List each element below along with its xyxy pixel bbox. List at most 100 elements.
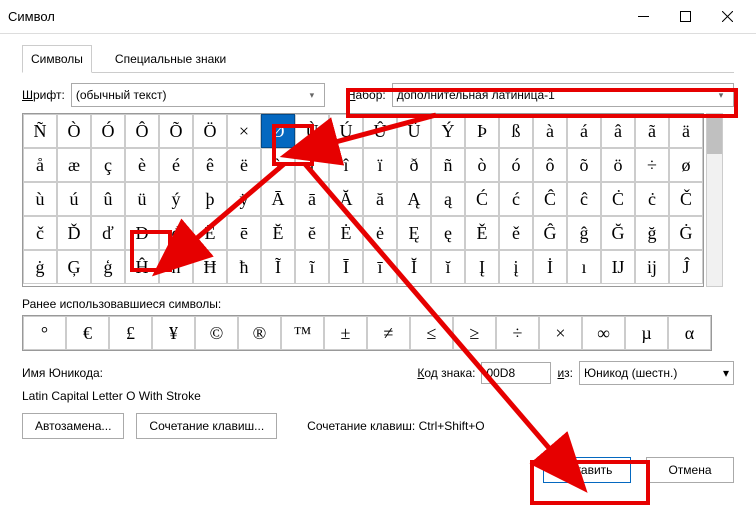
symbol-cell[interactable]: Ħ — [193, 250, 227, 284]
recent-cell[interactable]: ± — [324, 316, 367, 350]
symbol-cell[interactable]: ĥ — [159, 250, 193, 284]
symbol-cell[interactable]: ĕ — [295, 216, 329, 250]
symbol-cell[interactable]: ĳ — [635, 250, 669, 284]
symbol-cell[interactable]: ĉ — [567, 182, 601, 216]
symbol-cell[interactable]: ă — [363, 182, 397, 216]
symbol-cell[interactable]: ò — [465, 148, 499, 182]
recent-cell[interactable]: α — [668, 316, 711, 350]
subset-combo[interactable]: дополнительная латиница-1 ▾ — [392, 83, 734, 107]
symbol-cell[interactable]: ø — [669, 148, 703, 182]
recent-cell[interactable]: £ — [109, 316, 152, 350]
symbol-cell[interactable]: þ — [193, 182, 227, 216]
symbol-cell[interactable]: è — [125, 148, 159, 182]
symbol-cell[interactable]: Ď — [57, 216, 91, 250]
symbol-cell[interactable]: Ă — [329, 182, 363, 216]
symbol-cell[interactable]: ĭ — [431, 250, 465, 284]
autocorrect-button[interactable]: Автозамена... — [22, 413, 124, 439]
symbol-cell[interactable]: ĝ — [567, 216, 601, 250]
symbol-cell[interactable]: ã — [635, 114, 669, 148]
symbol-cell[interactable]: Ó — [91, 114, 125, 148]
recent-cell[interactable]: ° — [23, 316, 66, 350]
symbol-cell[interactable]: ī — [363, 250, 397, 284]
symbol-cell[interactable]: Ē — [193, 216, 227, 250]
symbol-cell[interactable]: Ĕ — [261, 216, 295, 250]
cancel-button[interactable]: Отмена — [646, 457, 734, 483]
symbol-cell[interactable]: Ñ — [23, 114, 57, 148]
symbol-cell[interactable]: Ø — [261, 114, 295, 148]
symbol-cell[interactable]: Ù — [295, 114, 329, 148]
symbol-cell[interactable]: ā — [295, 182, 329, 216]
symbol-cell[interactable]: û — [91, 182, 125, 216]
recent-cell[interactable]: × — [539, 316, 582, 350]
symbol-cell[interactable]: Į — [465, 250, 499, 284]
symbol-cell[interactable]: ï — [363, 148, 397, 182]
symbol-cell[interactable]: ù — [23, 182, 57, 216]
recent-cell[interactable]: ≥ — [453, 316, 496, 350]
symbol-cell[interactable]: å — [23, 148, 57, 182]
symbol-cell[interactable]: ġ — [23, 250, 57, 284]
font-combo[interactable]: (обычный текст) ▾ — [71, 83, 325, 107]
symbol-cell[interactable]: ÷ — [635, 148, 669, 182]
symbol-cell[interactable]: ñ — [431, 148, 465, 182]
symbol-cell[interactable]: ě — [499, 216, 533, 250]
recent-cell[interactable]: ¥ — [152, 316, 195, 350]
symbol-cell[interactable]: í — [295, 148, 329, 182]
tab-special[interactable]: Специальные знаки — [106, 45, 235, 73]
symbol-cell[interactable]: Ô — [125, 114, 159, 148]
tab-symbols[interactable]: Символы — [22, 45, 92, 73]
from-combo[interactable]: Юникод (шестн.) ▾ — [579, 361, 734, 385]
symbol-cell[interactable]: Þ — [465, 114, 499, 148]
symbol-cell[interactable]: ħ — [227, 250, 261, 284]
symbol-cell[interactable]: ċ — [635, 182, 669, 216]
symbol-cell[interactable]: á — [567, 114, 601, 148]
symbol-cell[interactable]: Ģ — [57, 250, 91, 284]
symbol-cell[interactable]: ė — [363, 216, 397, 250]
symbol-cell[interactable]: ç — [91, 148, 125, 182]
symbol-cell[interactable]: č — [23, 216, 57, 250]
symbol-cell[interactable]: Ā — [261, 182, 295, 216]
symbol-cell[interactable]: ü — [125, 182, 159, 216]
symbol-cell[interactable]: ô — [533, 148, 567, 182]
recent-cell[interactable]: ≤ — [410, 316, 453, 350]
symbol-cell[interactable]: Ĭ — [397, 250, 431, 284]
recent-cell[interactable]: € — [66, 316, 109, 350]
char-code-field[interactable]: 00D8 — [481, 362, 551, 384]
recent-cell[interactable]: ™ — [281, 316, 324, 350]
symbol-cell[interactable]: Ĝ — [533, 216, 567, 250]
symbol-cell[interactable]: Ĥ — [125, 250, 159, 284]
symbol-cell[interactable]: ä — [669, 114, 703, 148]
symbol-cell[interactable]: Ý — [431, 114, 465, 148]
symbol-cell[interactable]: õ — [567, 148, 601, 182]
symbol-cell[interactable]: Č — [669, 182, 703, 216]
recent-cell[interactable]: ® — [238, 316, 281, 350]
symbol-cell[interactable]: Ė — [329, 216, 363, 250]
symbol-cell[interactable]: Ċ — [601, 182, 635, 216]
close-button[interactable] — [706, 3, 748, 31]
symbol-cell[interactable]: ē — [227, 216, 261, 250]
symbol-cell[interactable]: ć — [499, 182, 533, 216]
symbol-cell[interactable]: ď — [91, 216, 125, 250]
minimize-button[interactable] — [622, 3, 664, 31]
recent-cell[interactable]: ÷ — [496, 316, 539, 350]
symbol-cell[interactable]: ą — [431, 182, 465, 216]
maximize-button[interactable] — [664, 3, 706, 31]
symbol-cell[interactable]: â — [601, 114, 635, 148]
symbol-cell[interactable]: İ — [533, 250, 567, 284]
symbol-cell[interactable]: ó — [499, 148, 533, 182]
symbol-cell[interactable]: ê — [193, 148, 227, 182]
symbol-cell[interactable]: Ć — [465, 182, 499, 216]
recent-cell[interactable]: ≠ — [367, 316, 410, 350]
symbol-cell[interactable]: é — [159, 148, 193, 182]
symbol-cell[interactable]: æ — [57, 148, 91, 182]
symbol-cell[interactable]: Đ — [125, 216, 159, 250]
recent-cell[interactable]: ∞ — [582, 316, 625, 350]
symbol-cell[interactable]: Ú — [329, 114, 363, 148]
symbol-cell[interactable]: Ğ — [601, 216, 635, 250]
symbol-cell[interactable]: Õ — [159, 114, 193, 148]
symbol-cell[interactable]: Ĉ — [533, 182, 567, 216]
symbol-cell[interactable]: ğ — [635, 216, 669, 250]
symbol-cell[interactable]: ģ — [91, 250, 125, 284]
scrollbar-thumb[interactable] — [707, 114, 722, 154]
symbol-cell[interactable]: į — [499, 250, 533, 284]
symbol-cell[interactable]: Ĵ — [669, 250, 703, 284]
